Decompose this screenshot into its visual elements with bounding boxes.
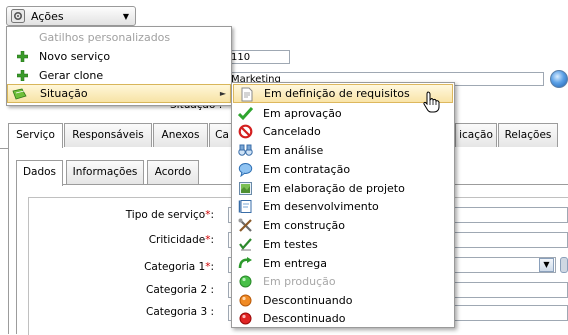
submenu-item-descontinuando[interactable]: Descontinuando — [233, 291, 453, 310]
blueprint-icon — [238, 200, 252, 213]
tab-relacoes[interactable]: Relações — [498, 123, 558, 147]
checklist-icon — [239, 238, 252, 251]
subtab-dados[interactable]: Dados — [16, 160, 63, 186]
tipo-servico-label: Tipo de serviço*: — [125, 209, 214, 221]
actions-label: Ações — [31, 9, 64, 23]
categoria1-label: Categoria 1*: — [144, 261, 214, 273]
categoria3-label: Categoria 3 : — [146, 306, 214, 318]
binoculars-icon — [238, 144, 253, 156]
prohibited-icon — [238, 124, 253, 139]
submenu-item-producao: Em produção — [233, 272, 453, 291]
hand-cursor-icon — [423, 91, 440, 113]
menu-item-gatilhos: Gatilhos personalizados — [39, 31, 171, 44]
submenu-item-definicao[interactable]: Em definição de requisitos — [233, 84, 453, 103]
categoria2-label: Categoria 2 : — [146, 284, 214, 296]
menu-item-novo-servico[interactable]: Novo serviço — [7, 47, 231, 66]
label-colon: : — [210, 234, 214, 246]
submenu-item-elaboracao-projeto[interactable]: Em elaboração de projeto — [233, 179, 453, 198]
pencil-icon — [12, 88, 27, 100]
tab-anexos[interactable]: Anexos — [153, 123, 208, 147]
label-colon: : — [210, 209, 214, 221]
orange-ball-icon — [239, 294, 252, 307]
submenu-item-aprovacao[interactable]: Em aprovação — [233, 104, 453, 123]
chevron-right-icon: ► — [219, 89, 226, 98]
globe-icon[interactable] — [550, 70, 568, 88]
tab-responsaveis[interactable]: Responsáveis — [64, 123, 152, 147]
tab-servico[interactable]: Serviço — [8, 123, 63, 149]
submenu-item-contratacao[interactable]: Em contratação — [233, 160, 453, 179]
criticidade-label: Criticidade*: — [148, 234, 214, 246]
categoria1-extra-button[interactable] — [560, 257, 568, 273]
plus-icon — [17, 51, 28, 62]
label-colon: : — [210, 261, 214, 273]
submenu-item-analise[interactable]: Em análise — [233, 141, 453, 160]
gear-icon — [11, 9, 25, 23]
submenu-item-construcao[interactable]: Em construção — [233, 216, 453, 235]
subtab-acordo[interactable]: Acordo — [147, 160, 199, 184]
submenu-item-testes[interactable]: Em testes — [233, 235, 453, 254]
document-icon — [241, 87, 253, 102]
submenu-item-desenvolvimento[interactable]: Em desenvolvimento — [233, 197, 453, 216]
submenu-item-cancelado[interactable]: Cancelado — [233, 122, 453, 141]
situacao-submenu: Em definição de requisitos Em aprovação … — [231, 82, 455, 328]
actions-menu: Gatilhos personalizados Novo serviço Ger… — [6, 26, 232, 106]
tools-icon — [238, 218, 252, 232]
speech-bubble-icon — [238, 163, 253, 177]
menu-item-gerar-clone[interactable]: Gerar clone — [7, 66, 231, 85]
red-ball-icon — [239, 312, 252, 325]
green-arrow-icon — [238, 257, 252, 269]
plus-icon — [17, 70, 28, 81]
chevron-down-icon: ▼ — [122, 12, 129, 21]
chevron-down-icon[interactable]: ▼ — [539, 258, 554, 272]
actions-dropdown-button[interactable]: Ações ▼ — [6, 6, 136, 26]
checkmark-icon — [238, 106, 253, 121]
submenu-item-entrega[interactable]: Em entrega — [233, 254, 453, 273]
service-id-field[interactable]: 110 — [228, 50, 290, 64]
tab-comunicacao[interactable]: icação — [455, 123, 497, 147]
picture-icon — [239, 182, 252, 195]
subtab-informacoes[interactable]: Informações — [66, 160, 144, 184]
submenu-item-descontinuado[interactable]: Descontinuado — [233, 309, 453, 328]
green-ball-icon — [239, 275, 252, 288]
menu-item-situacao[interactable]: Situação ► — [7, 84, 231, 103]
